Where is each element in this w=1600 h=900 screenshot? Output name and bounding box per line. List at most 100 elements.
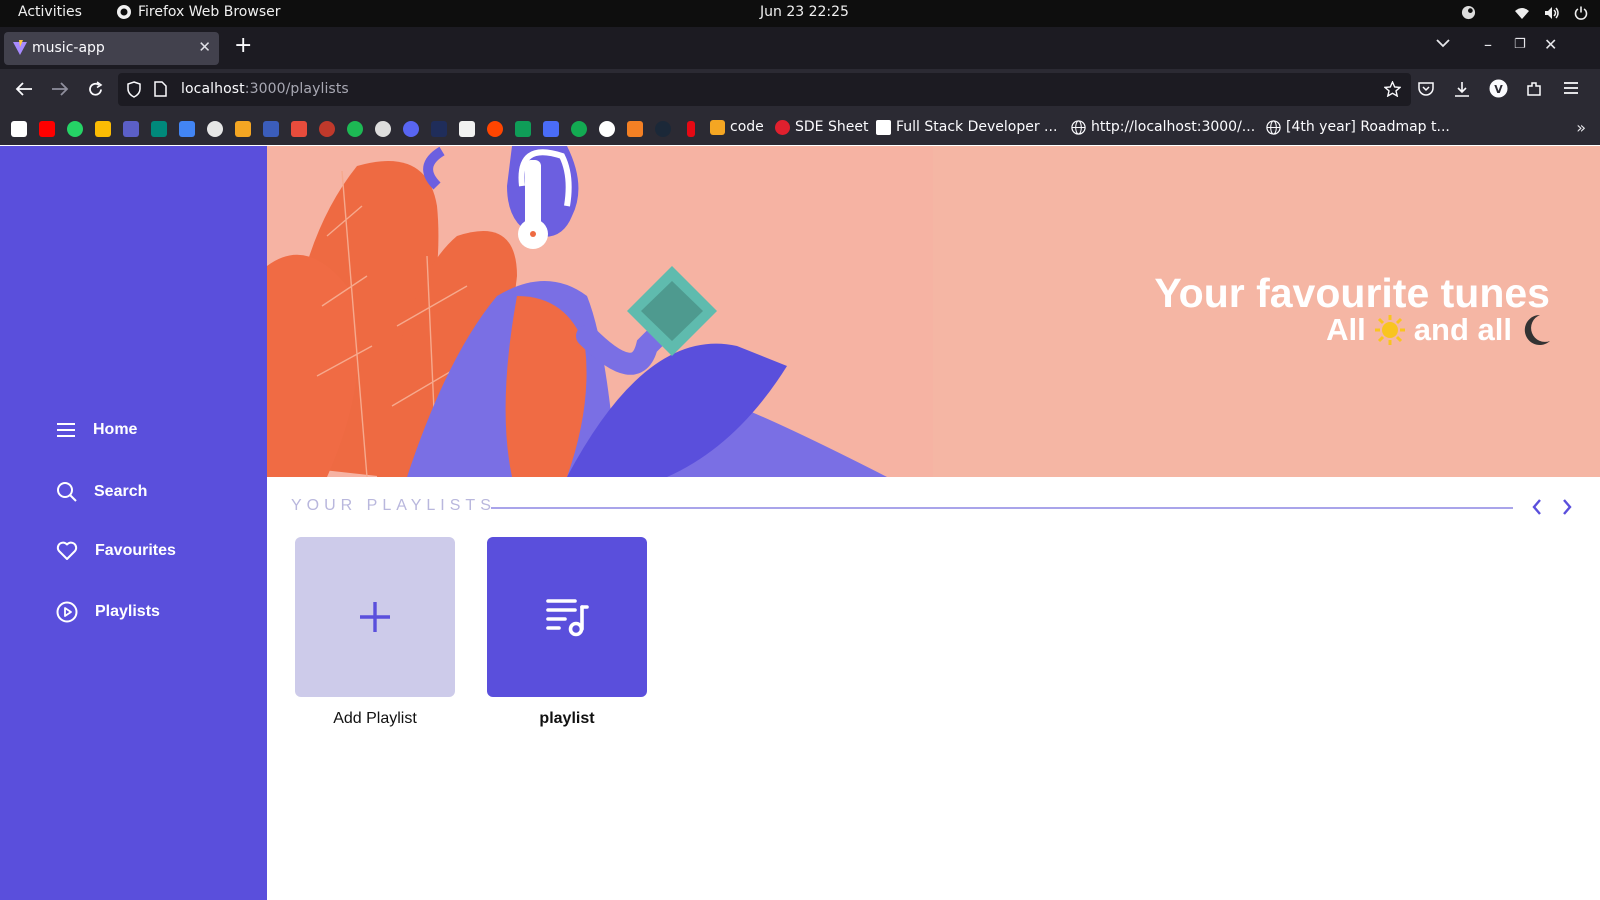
section-title: YOUR PLAYLISTS (291, 497, 496, 514)
chevron-left-icon[interactable] (1531, 498, 1543, 516)
pt-bookmark-icon[interactable] (263, 121, 279, 137)
dh-bookmark-icon[interactable] (431, 121, 447, 137)
sidebar-item-label: Playlists (95, 603, 160, 620)
banner-subline: All and all (1326, 312, 1552, 348)
bookmark-label: SDE Sheet (795, 119, 869, 135)
sidebar: Home Search Favourites Playlists (0, 146, 267, 900)
banner-headline: Your favourite tunes (1154, 270, 1550, 316)
reload-icon[interactable] (87, 81, 104, 98)
page-info-icon[interactable] (154, 81, 167, 97)
bookmarks-toolbar: code SDE Sheet Full Stack Developer ... … (0, 110, 1600, 145)
tracking-protection-icon[interactable] (126, 81, 142, 98)
fullstack-bookmark-icon (876, 119, 891, 135)
tab-music-app[interactable]: music-app ✕ (4, 32, 219, 65)
bookmark-roadmap[interactable]: [4th year] Roadmap t... (1266, 119, 1450, 135)
mask-bookmark-icon[interactable] (291, 121, 307, 137)
chevron-right-icon[interactable] (1561, 498, 1573, 516)
notion-bookmark-icon[interactable] (459, 121, 475, 137)
bookmark-label: [4th year] Roadmap t... (1286, 119, 1450, 135)
extensions-icon[interactable] (1526, 81, 1542, 97)
menu-icon (57, 423, 75, 437)
bookmark-localhost[interactable]: http://localhost:3000/... (1071, 119, 1255, 135)
sidebar-item-favourites[interactable]: Favourites (56, 541, 176, 561)
sheets-bookmark-icon[interactable] (515, 121, 531, 137)
url-bar[interactable]: localhost:3000/playlists (118, 73, 1411, 106)
card-label: Add Playlist (333, 710, 417, 727)
window-close-icon[interactable]: ✕ (1544, 37, 1557, 53)
add-playlist-card[interactable] (295, 537, 455, 697)
globe-bookmark-icon[interactable] (375, 121, 391, 137)
reddit-bookmark-icon[interactable] (487, 121, 503, 137)
playlists-section-header: YOUR PLAYLISTS (291, 497, 1572, 517)
bookmark-label: code (730, 119, 764, 135)
globe-icon (1071, 119, 1086, 135)
minimize-icon[interactable]: – (1484, 37, 1492, 53)
playlist-card[interactable] (487, 537, 647, 697)
section-divider (491, 507, 1513, 509)
url-text[interactable]: localhost:3000/playlists (181, 81, 349, 97)
pocket-icon[interactable] (1418, 81, 1434, 96)
speedtest-bookmark-icon[interactable] (319, 121, 335, 137)
activities-button[interactable]: Activities (18, 4, 82, 20)
meet-bookmark-icon[interactable] (151, 121, 167, 137)
tuf-bookmark-icon (775, 119, 790, 135)
vite-favicon-icon (13, 40, 27, 55)
mongodb-bookmark-icon[interactable] (571, 121, 587, 137)
restore-icon[interactable]: ❐ (1514, 37, 1526, 53)
wifi-icon (1515, 7, 1529, 19)
discord-bookmark-icon[interactable] (403, 121, 419, 137)
youtube-bookmark-icon[interactable] (39, 121, 55, 137)
more-bookmarks-icon[interactable]: » (1576, 118, 1586, 137)
github-bookmark-icon[interactable] (207, 121, 223, 137)
playlist-music-icon (546, 599, 589, 637)
bookmark-code[interactable]: code (710, 119, 764, 135)
stackoverflow-bookmark-icon[interactable] (235, 121, 251, 137)
navigation-toolbar: localhost:3000/playlists V (0, 69, 1600, 110)
teams-bookmark-icon[interactable] (123, 121, 139, 137)
heart-icon (56, 541, 78, 560)
bookmark-star-icon[interactable] (1384, 81, 1401, 97)
downloads-icon[interactable] (1454, 81, 1470, 97)
system-tray[interactable] (1461, 5, 1588, 20)
stack-bookmark-icon[interactable] (627, 121, 643, 137)
sidebar-item-playlists[interactable]: Playlists (56, 601, 160, 623)
app-menu[interactable]: Firefox Web Browser (116, 4, 281, 20)
bookmark-sde-sheet[interactable]: SDE Sheet (775, 119, 868, 135)
banner-sub-right: and all (1413, 312, 1512, 347)
tab-close-icon[interactable]: ✕ (198, 38, 211, 56)
code-bookmark-icon (710, 119, 725, 135)
forward-icon[interactable] (51, 81, 69, 97)
url-host: localhost (181, 81, 245, 97)
sidebar-item-label: Home (93, 421, 138, 438)
url-path: :3000/playlists (244, 81, 349, 97)
card-label: playlist (539, 710, 595, 727)
banner-sub-left: All (1326, 312, 1366, 347)
spotify-bookmark-icon[interactable] (347, 121, 363, 137)
sidebar-item-search[interactable]: Search (56, 481, 147, 502)
app-menu-label: Firefox Web Browser (138, 4, 281, 20)
docs-bookmark-icon[interactable] (179, 121, 195, 137)
hamburger-menu-icon[interactable] (1563, 81, 1579, 95)
account-avatar-icon[interactable]: V (1489, 79, 1508, 98)
whatsapp-bookmark-icon[interactable] (67, 121, 83, 137)
bookmark-full-stack[interactable]: Full Stack Developer ... (876, 119, 1057, 135)
back-icon[interactable] (15, 81, 33, 97)
new-tab-button[interactable]: + (234, 35, 252, 57)
pen-bookmark-icon[interactable] (543, 121, 559, 137)
steam-bookmark-icon[interactable] (655, 121, 671, 137)
svg-text:V: V (1494, 83, 1503, 96)
list-all-tabs-icon[interactable] (1436, 38, 1450, 48)
bookmark-label: Full Stack Developer ... (896, 119, 1058, 135)
vercel-bookmark-icon[interactable] (599, 121, 615, 137)
gmail-bookmark-icon[interactable] (11, 121, 27, 137)
steam-tray-icon[interactable] (1461, 5, 1476, 20)
firefox-icon (117, 5, 131, 19)
moon-icon (1524, 314, 1550, 345)
sidebar-item-home[interactable]: Home (56, 421, 137, 439)
hero-banner: Your favourite tunes All and all (267, 146, 1600, 477)
drive-bookmark-icon[interactable] (95, 121, 111, 137)
banner-illustration (267, 146, 887, 477)
clock[interactable]: Jun 23 22:25 (760, 4, 849, 20)
netflix-bookmark-icon[interactable] (687, 121, 695, 137)
sun-icon (1374, 315, 1405, 345)
